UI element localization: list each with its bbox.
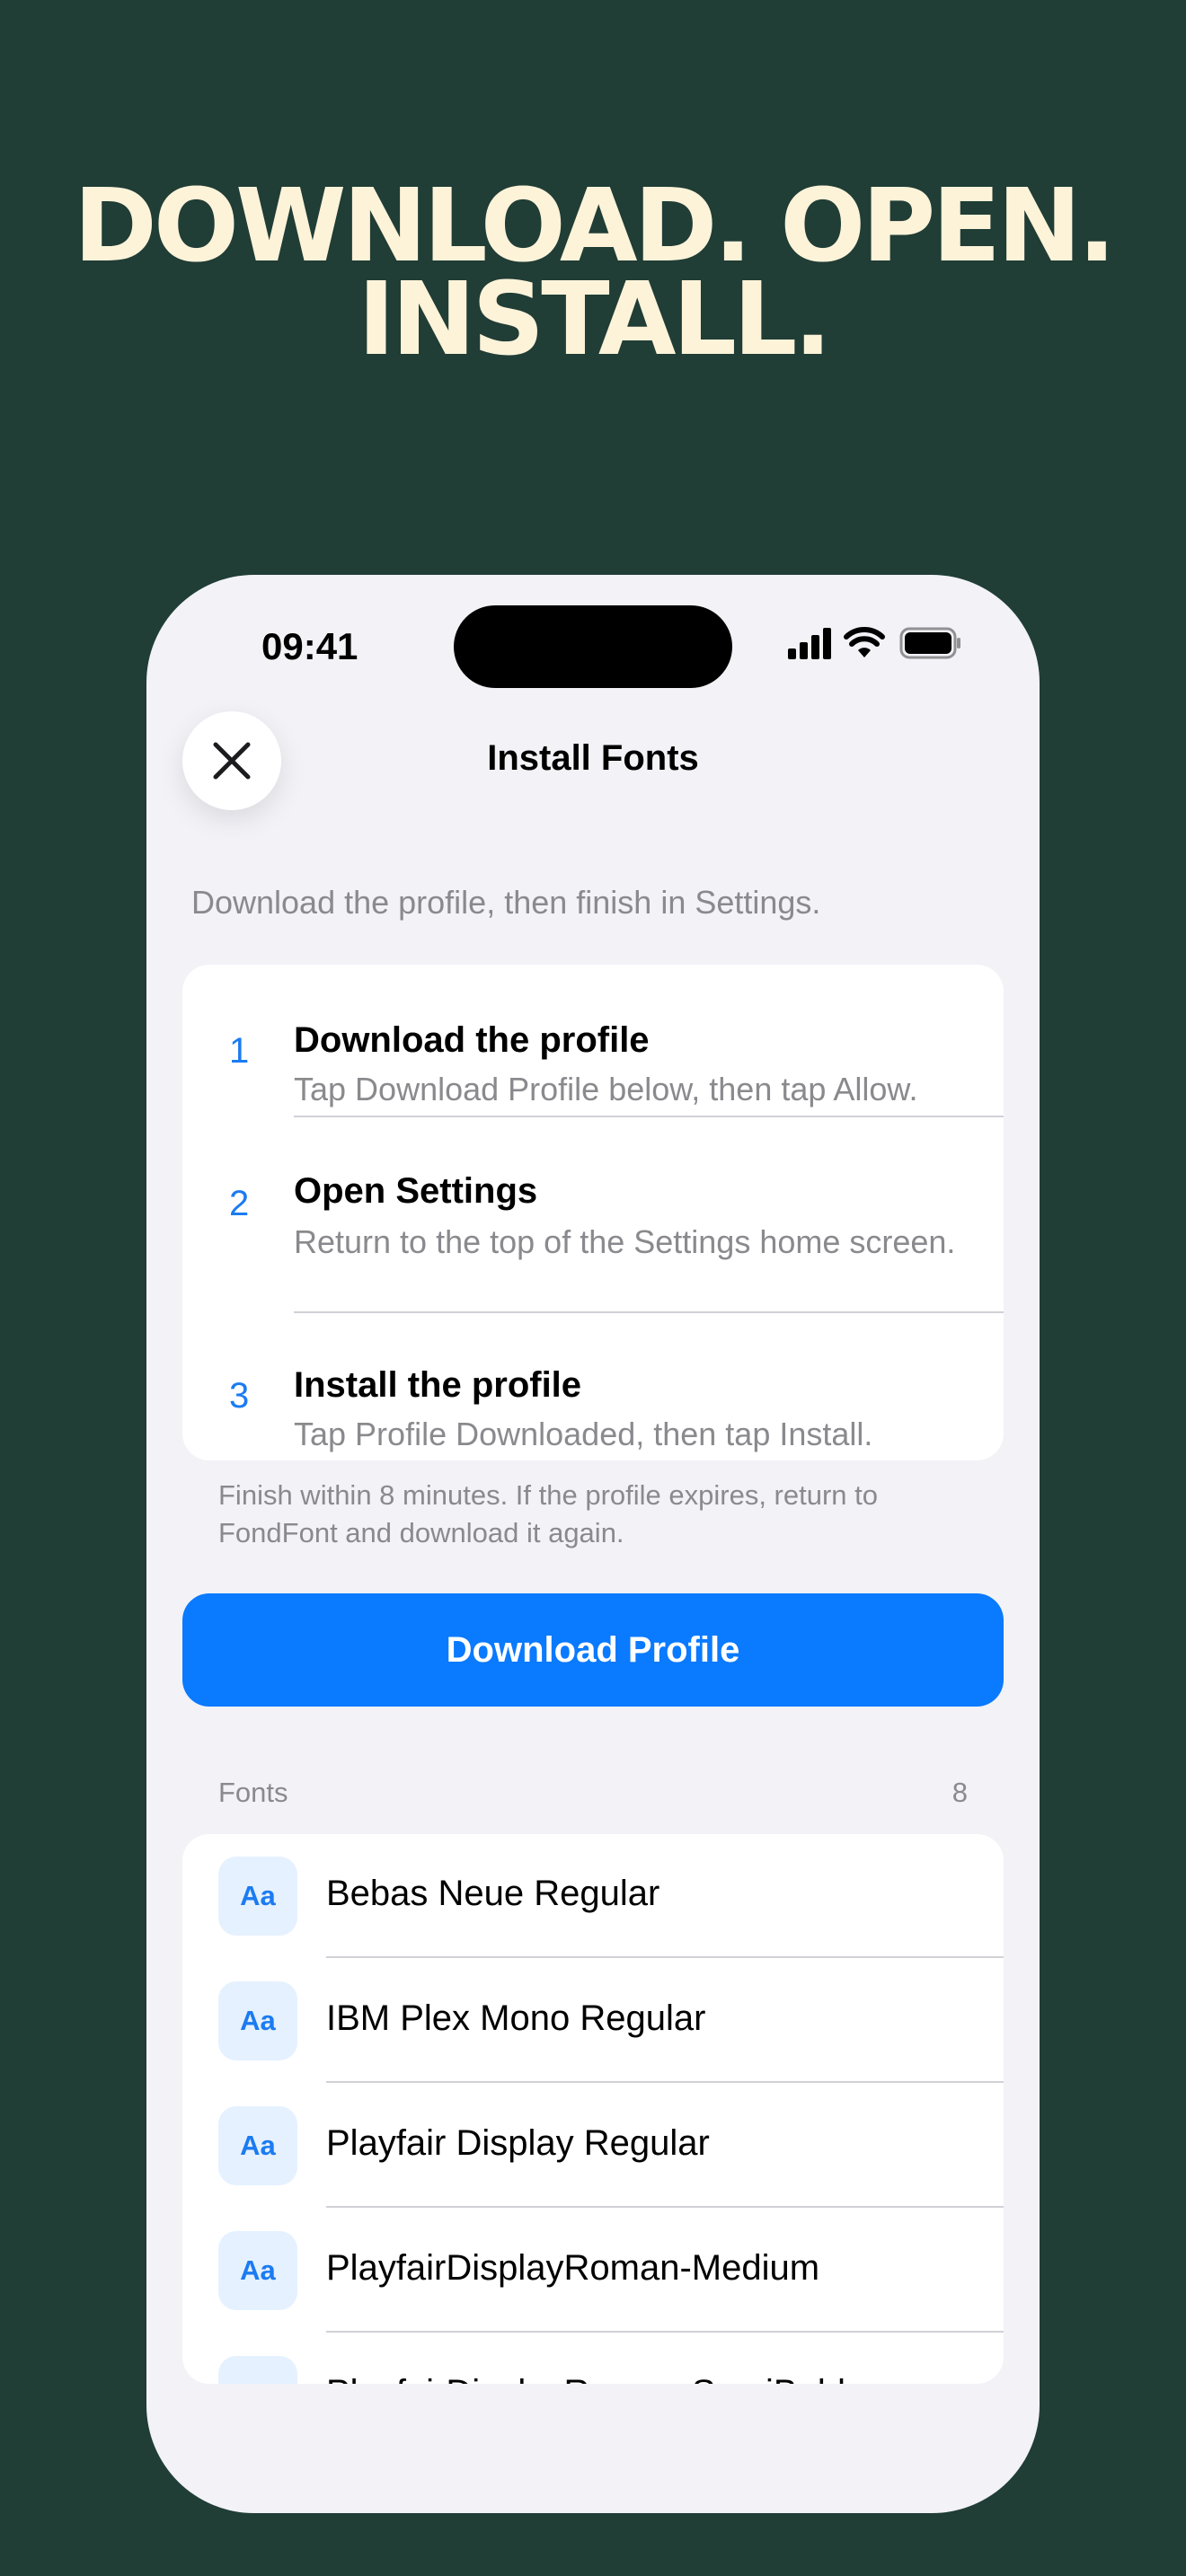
wifi-icon xyxy=(844,627,885,657)
font-badge: Aa xyxy=(218,2356,297,2384)
list-item[interactable]: Aa PlayfairDisplayRoman-Medium xyxy=(182,2209,1004,2333)
cellular-signal-icon xyxy=(788,628,831,659)
font-name: PlayfairDisplayRoman-SemiBold xyxy=(326,2373,845,2384)
row-divider xyxy=(326,1956,1004,1958)
step-title: Install the profile xyxy=(294,1365,582,1405)
fonts-section-header: Fonts 8 xyxy=(218,1777,968,1809)
list-item[interactable]: Aa Playfair Display Regular xyxy=(182,2084,1004,2208)
list-item[interactable]: Aa Bebas Neue Regular xyxy=(182,1834,1004,1958)
download-profile-button[interactable]: Download Profile xyxy=(182,1593,1004,1707)
step-description: Tap Profile Downloaded, then tap Install… xyxy=(294,1416,873,1452)
list-item[interactable]: Aa PlayfairDisplayRoman-SemiBold xyxy=(182,2333,1004,2384)
step-number: 1 xyxy=(229,1031,250,1071)
font-badge: Aa xyxy=(218,2231,297,2310)
font-badge: Aa xyxy=(218,1981,297,2060)
font-badge: Aa xyxy=(218,1857,297,1936)
step-title: Open Settings xyxy=(294,1171,538,1211)
list-item[interactable]: Aa IBM Plex Mono Regular xyxy=(182,1959,1004,2083)
row-divider xyxy=(326,2331,1004,2333)
fonts-count: 8 xyxy=(951,1777,968,1808)
font-name: Bebas Neue Regular xyxy=(326,1874,660,1913)
status-time: 09:41 xyxy=(261,625,358,667)
headline-line-1: DOWNLOAD. OPEN. xyxy=(73,168,1116,285)
expiry-footnote: Finish within 8 minutes. If the profile … xyxy=(218,1479,878,1548)
battery-icon xyxy=(899,627,960,659)
headline: DOWNLOAD. OPEN. INSTALL. xyxy=(0,168,1186,378)
headline-line-2: INSTALL. xyxy=(358,261,832,378)
steps-card: 1 Download the profile Tap Download Prof… xyxy=(182,965,1004,1460)
phone-screen: 09:41 Install Fonts Download the profile… xyxy=(146,575,1040,2513)
dynamic-island xyxy=(454,605,732,688)
nav-title: Install Fonts xyxy=(487,738,699,778)
font-name: PlayfairDisplayRoman-Medium xyxy=(326,2248,820,2288)
subtitle: Download the profile, then finish in Set… xyxy=(191,884,821,921)
font-name: IBM Plex Mono Regular xyxy=(326,1998,706,2038)
step-title: Download the profile xyxy=(294,1020,650,1060)
step-divider xyxy=(294,1116,1004,1117)
font-badge: Aa xyxy=(218,2106,297,2185)
step-divider xyxy=(294,1311,1004,1313)
step-description: Return to the top of the Settings home s… xyxy=(294,1223,956,1260)
step-description: Tap Download Profile below, then tap All… xyxy=(294,1071,918,1107)
fonts-section-label: Fonts xyxy=(218,1777,288,1808)
step-number: 3 xyxy=(229,1376,250,1416)
fonts-list: Aa Bebas Neue Regular Aa IBM Plex Mono R… xyxy=(182,1834,1004,2384)
row-divider xyxy=(326,2206,1004,2208)
row-divider xyxy=(326,2081,1004,2083)
font-name: Playfair Display Regular xyxy=(326,2123,710,2163)
step-number: 2 xyxy=(229,1184,250,1223)
